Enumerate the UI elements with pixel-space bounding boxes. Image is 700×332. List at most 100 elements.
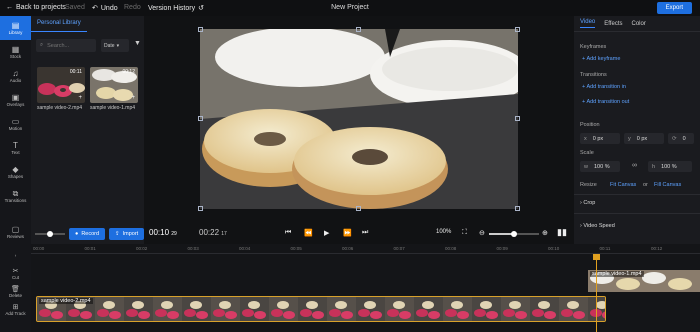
resize-handle[interactable]: [515, 116, 520, 121]
fullscreen-icon[interactable]: ⛶: [462, 229, 467, 237]
ruler-tick: 00:03: [187, 246, 199, 251]
nav-item-overlays[interactable]: ▣ Overlays: [0, 88, 31, 112]
search-box[interactable]: ⌕: [36, 39, 96, 52]
current-time: 00:10 29: [149, 228, 177, 237]
resize-handle[interactable]: [515, 27, 520, 32]
zoom-slider-knob[interactable]: [511, 231, 517, 237]
add-track-icon: ⊞: [12, 303, 19, 311]
chevron-down-icon: ▾: [116, 42, 120, 49]
resize-handle[interactable]: [515, 206, 520, 211]
video-speed-section[interactable]: › Video Speed: [580, 223, 615, 229]
add-track-button[interactable]: ⊞ Add Track: [0, 300, 31, 318]
back-to-projects-button[interactable]: ← Back to projects: [6, 4, 66, 11]
position-y-field[interactable]: y0 px: [624, 133, 664, 144]
resize-or-label: or: [643, 182, 648, 188]
skip-to-end-icon[interactable]: ⏭: [362, 229, 368, 237]
add-to-timeline-icon[interactable]: +: [78, 95, 82, 101]
resize-handle[interactable]: [356, 27, 361, 32]
resize-handle[interactable]: [198, 27, 203, 32]
stock-icon: ▦: [11, 45, 20, 54]
rewind-icon[interactable]: ⏪: [304, 229, 313, 237]
library-thumbnail[interactable]: 00:12 + sample video-1.mp4: [90, 67, 138, 121]
tab-video[interactable]: Video: [580, 19, 596, 28]
redo-button[interactable]: Redo: [124, 4, 141, 11]
ruler-tick: 00:02: [136, 246, 148, 251]
resize-handle[interactable]: [198, 116, 203, 121]
crop-section[interactable]: › Crop: [580, 200, 595, 206]
position-heading: Position: [580, 122, 600, 128]
add-transition-out-button[interactable]: + Add transition out: [582, 99, 629, 105]
version-history-button[interactable]: Version History ↺: [148, 4, 204, 13]
ruler-tick: 00:01: [84, 246, 96, 251]
zoom-out-icon[interactable]: ⊖: [479, 229, 485, 237]
rotation-icon: ⟳: [672, 135, 677, 142]
tab-color[interactable]: Color: [631, 21, 645, 27]
delete-button[interactable]: 🗑 Delete: [0, 282, 31, 300]
chevron-right-icon: ›: [14, 252, 17, 258]
add-keyframe-button[interactable]: + Add keyframe: [582, 56, 620, 62]
filter-icon[interactable]: ▼: [134, 40, 141, 47]
nav-item-text[interactable]: T Text: [0, 136, 31, 160]
tab-personal-library[interactable]: Personal Library: [31, 16, 87, 32]
sort-select[interactable]: Date ▾: [101, 39, 129, 52]
nav-item-stock[interactable]: ▦ Stock: [0, 40, 31, 64]
collapse-button[interactable]: ›: [0, 246, 31, 264]
timeline-tools: › ✂ Cut 🗑 Delete ⊞ Add Track: [0, 244, 31, 332]
scale-heading: Scale: [580, 150, 594, 156]
export-button[interactable]: Export: [656, 2, 692, 14]
ruler-tick: 00:00: [33, 246, 45, 251]
video-preview[interactable]: [200, 29, 518, 209]
zoom-slider[interactable]: [489, 231, 539, 237]
fill-canvas-button[interactable]: Fill Canvas: [654, 182, 681, 188]
timeline-clip[interactable]: sample video-2.mp4: [36, 296, 606, 322]
nav-item-audio[interactable]: ♫ Audio: [0, 64, 31, 88]
nav-item-transitions[interactable]: ⧉ Transitions: [0, 184, 31, 208]
skip-to-start-icon[interactable]: ⏮: [285, 229, 291, 237]
timeline-clip[interactable]: sample video-1.mp4: [588, 270, 700, 292]
rotation-field[interactable]: ⟳ 0: [668, 133, 694, 144]
add-transition-in-button[interactable]: + Add transition in: [582, 84, 626, 90]
search-input[interactable]: [47, 42, 88, 49]
split-view-icon[interactable]: ▮▮: [557, 227, 567, 238]
position-x-field[interactable]: x0 px: [580, 133, 620, 144]
slider-knob[interactable]: [47, 231, 53, 237]
playhead[interactable]: [596, 254, 597, 332]
shapes-icon: ◆: [12, 165, 19, 174]
cut-button[interactable]: ✂ Cut: [0, 264, 31, 282]
ruler-tick: 00:10: [548, 246, 560, 251]
fit-canvas-button[interactable]: Fit Canvas: [610, 182, 636, 188]
resize-handle[interactable]: [356, 206, 361, 211]
add-to-timeline-icon[interactable]: +: [131, 95, 135, 101]
library-footer: ● Record ⇪ Import: [31, 224, 145, 244]
nav-item-shapes[interactable]: ◆ Shapes: [0, 160, 31, 184]
zoom-in-icon[interactable]: ⊕: [542, 229, 548, 237]
nav-item-library[interactable]: ▤ Library: [0, 16, 31, 40]
link-icon[interactable]: ∞: [632, 162, 637, 169]
transitions-heading: Transitions: [580, 72, 607, 78]
import-button[interactable]: ⇪ Import: [109, 228, 145, 240]
tab-effects[interactable]: Effects: [604, 21, 622, 27]
zoom-level[interactable]: 100%: [436, 229, 451, 235]
total-duration: 00:22 17: [199, 228, 227, 237]
undo-button[interactable]: ↶ Undo: [92, 4, 118, 13]
thumbnail-size-slider[interactable]: [35, 231, 65, 237]
properties-tabs: Video Effects Color: [574, 16, 700, 32]
overlays-icon: ▣: [11, 93, 20, 102]
timeline-ruler[interactable]: 00:00 00:01 00:02 00:03 00:04 00:05 00:06 00:07…: [31, 244, 700, 254]
top-bar: ← Back to projects Saved ↶ Undo Redo Ver…: [0, 0, 700, 16]
fast-forward-icon[interactable]: ⏩: [343, 229, 352, 237]
arrow-left-icon: ←: [6, 4, 13, 11]
thumbnail-image: 00:12 +: [90, 67, 138, 103]
play-icon[interactable]: ▶: [324, 229, 329, 237]
scale-width-field[interactable]: w 100 %: [580, 161, 620, 172]
library-thumbnail[interactable]: 00:11 + sample video-2.mp4: [37, 67, 85, 121]
record-button[interactable]: ● Record: [69, 228, 106, 240]
preview-area: [144, 16, 574, 226]
resize-handle[interactable]: [198, 206, 203, 211]
scale-height-field[interactable]: h 100 %: [648, 161, 692, 172]
nav-item-motion[interactable]: ▭ Motion: [0, 112, 31, 136]
motion-icon: ▭: [11, 117, 20, 126]
nav-item-reviews[interactable]: ▢ Reviews: [0, 220, 31, 244]
ruler-tick: 00:05: [290, 246, 302, 251]
plus-icon: +: [582, 84, 586, 90]
